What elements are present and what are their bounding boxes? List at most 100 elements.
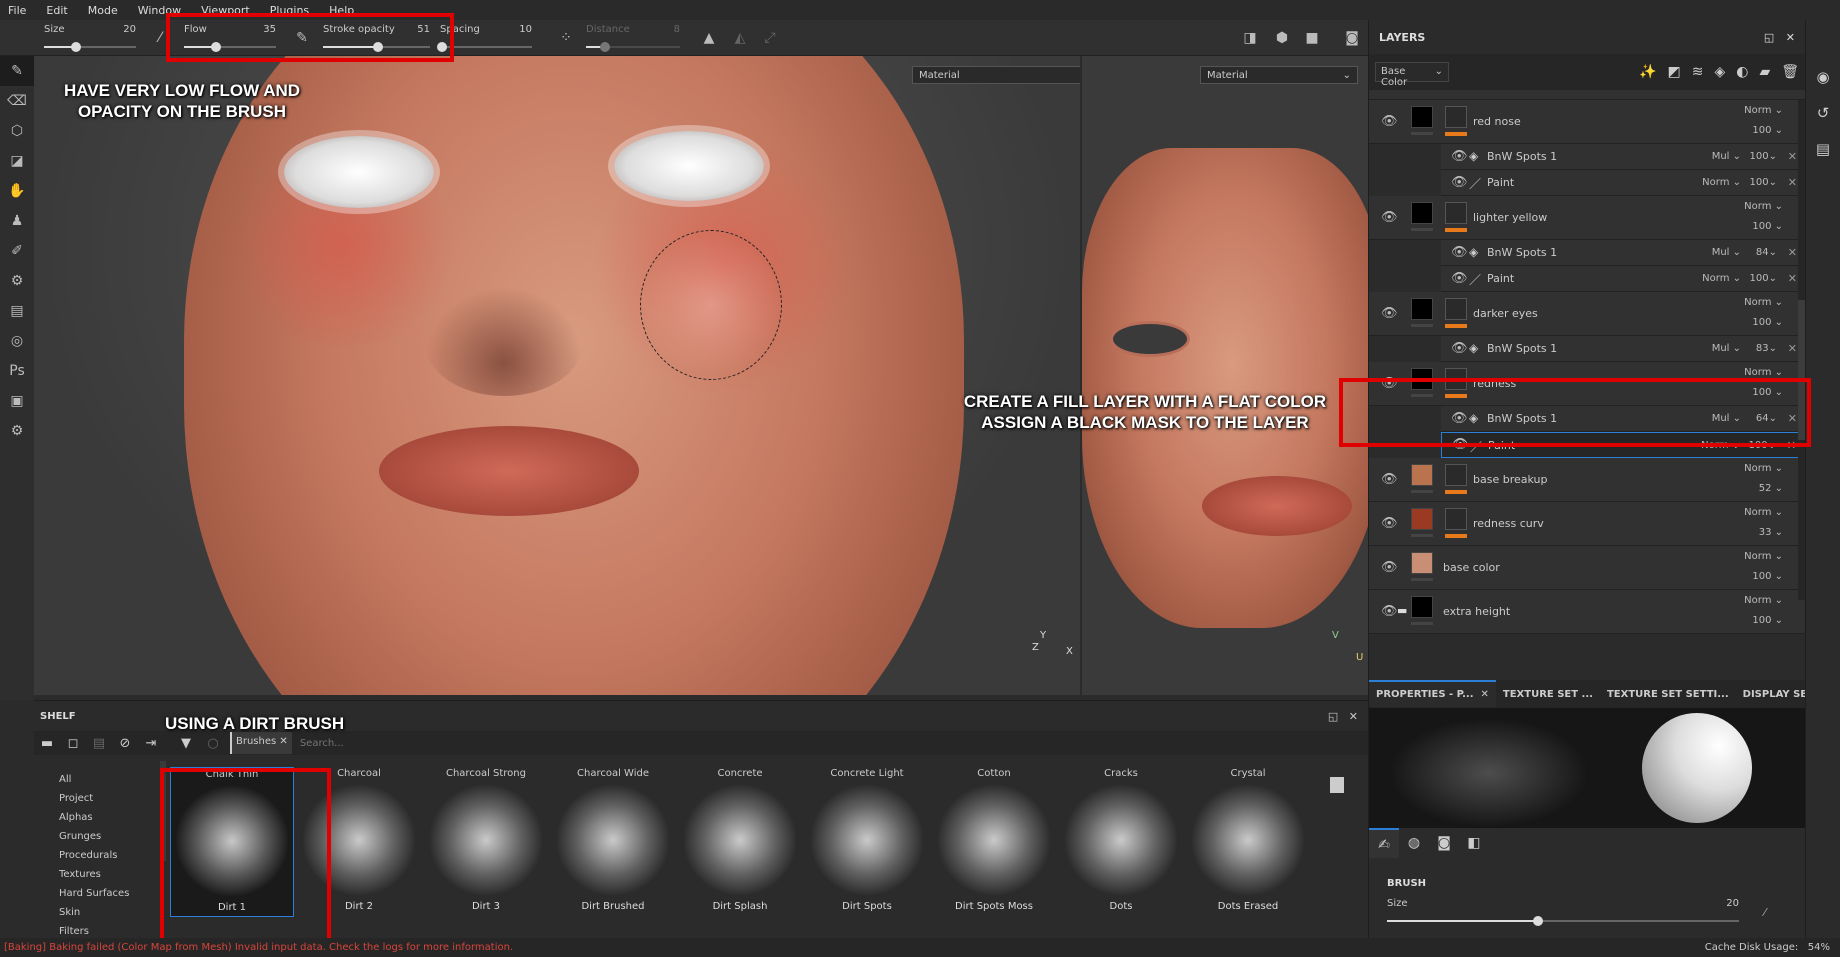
layer-row[interactable]: 👁 base breakup Norm ⌄ 52 ⌄ <box>1369 458 1805 502</box>
clone-tool-icon[interactable]: ♟ <box>0 206 34 236</box>
hide-icon[interactable]: ⊘ <box>112 736 138 751</box>
brush-preset[interactable]: Cracks Dots <box>1059 767 1183 917</box>
effect-row[interactable]: 👁 ／ Paint Norm ⌄ 100⌄ ✕ <box>1441 432 1805 458</box>
brush-preset[interactable]: Concrete Dirt Splash <box>678 767 802 917</box>
float-panel-icon[interactable]: ◱ <box>1328 710 1338 723</box>
opacity-dropdown[interactable]: 100 ⌄ <box>1752 125 1783 136</box>
layers-scrollbar[interactable] <box>1798 100 1805 600</box>
add-folder-icon[interactable]: ▰ <box>1759 64 1770 80</box>
layer-color-thumbnail[interactable] <box>1411 508 1433 530</box>
symmetry-icon[interactable]: ▲ <box>699 28 719 48</box>
visibility-eye-icon[interactable]: 👁 <box>1451 245 1468 260</box>
brush-preset[interactable]: Chalk Thin Dirt 1 <box>170 767 294 917</box>
blend-mode-dropdown[interactable]: Norm ⌄ <box>1744 551 1783 562</box>
blend-mode-dropdown[interactable]: Norm ⌄ <box>1744 463 1783 474</box>
mask-thumbnail[interactable] <box>1445 464 1467 486</box>
visibility-eye-icon[interactable]: 👁 <box>1451 271 1468 286</box>
layer-row[interactable]: 👁 redness curv Norm ⌄ 33 ⌄ <box>1369 502 1805 546</box>
pen-pressure-icon[interactable]: ⁄ <box>1764 906 1766 919</box>
opacity-dropdown[interactable]: 84⌄ <box>1756 247 1777 258</box>
opacity-dropdown[interactable]: 64⌄ <box>1756 413 1777 424</box>
paint-brush-tool-icon[interactable]: ✎ <box>0 56 34 86</box>
visibility-eye-icon[interactable]: 👁 <box>1451 341 1468 356</box>
brush-pressure-icon[interactable]: ✎ <box>292 28 312 48</box>
layer-color-thumbnail[interactable] <box>1411 106 1433 128</box>
plugin-icon[interactable]: ◎ <box>0 326 34 356</box>
opacity-dropdown[interactable]: 100⌄ <box>1750 151 1777 162</box>
shelf-category[interactable]: Alphas <box>34 808 159 827</box>
close-icon[interactable]: ✕ <box>1786 31 1795 44</box>
add-smart-material-icon[interactable]: ◐ <box>1736 64 1748 80</box>
effect-row[interactable]: 👁 ／ Paint Norm ⌄ 100⌄ ✕ <box>1441 170 1805 196</box>
eraser-tool-icon[interactable]: ⌫ <box>0 86 34 116</box>
polygon-fill-tool-icon[interactable]: ◪ <box>0 146 34 176</box>
remove-icon[interactable]: ✕ <box>1788 246 1797 259</box>
save-icon[interactable]: ▤ <box>86 736 112 751</box>
stroke-opacity-slider[interactable]: Stroke opacity 51 <box>323 22 430 54</box>
visibility-eye-icon[interactable]: 👁 <box>1381 114 1398 129</box>
layer-row[interactable]: 👁 red nose Norm ⌄ 100 ⌄ <box>1369 100 1805 144</box>
blend-mode-dropdown[interactable]: Norm ⌄ <box>1744 297 1783 308</box>
effect-row[interactable]: 👁 ／ Paint Norm ⌄ 100⌄ ✕ <box>1441 266 1805 292</box>
layer-row[interactable]: 👁 ▬ extra height Norm ⌄ 100 ⌄ <box>1369 590 1805 634</box>
tab-properties[interactable]: PROPERTIES - P... ✕ <box>1369 680 1496 707</box>
layer-row[interactable]: 👁 redness Norm ⌄ 100 ⌄ <box>1369 362 1805 406</box>
environment-icon[interactable]: ◉ <box>1806 62 1840 92</box>
opacity-dropdown[interactable]: 100 ⌄ <box>1752 571 1783 582</box>
remove-icon[interactable]: ✕ <box>1788 412 1797 425</box>
categories-scrollbar[interactable] <box>160 761 166 861</box>
remove-icon[interactable]: ✕ <box>1787 439 1796 452</box>
visibility-eye-icon[interactable]: 👁 <box>1381 306 1398 321</box>
remove-filter-icon[interactable]: ✕ <box>279 736 287 747</box>
brush-preset[interactable]: Crystal Dots Erased <box>1186 767 1310 917</box>
lazy-mouse-icon[interactable]: ⁘ <box>556 28 576 48</box>
viewport-3d[interactable]: Material⌄ Y Z X <box>34 56 1080 695</box>
stencil-tab-icon[interactable]: ◙ <box>1429 828 1459 858</box>
remove-icon[interactable]: ✕ <box>1788 342 1797 355</box>
menu-mode[interactable]: Mode <box>88 4 118 17</box>
status-error[interactable]: [Baking] Baking failed (Color Map from M… <box>4 938 513 957</box>
effect-row[interactable]: 👁 ◈ BnW Spots 1 Mul ⌄ 84⌄ ✕ <box>1441 240 1805 266</box>
camera-mode-icon[interactable]: ⬢ <box>1272 28 1292 48</box>
blend-mode-dropdown[interactable]: Norm ⌄ <box>1744 201 1783 212</box>
spacing-slider[interactable]: Spacing 10 <box>436 22 532 54</box>
visibility-eye-icon[interactable]: 👁 <box>1452 438 1469 452</box>
import-icon[interactable]: ⇥ <box>138 736 164 751</box>
layer-row[interactable]: 👁 base color Norm ⌄ 100 ⌄ <box>1369 546 1805 590</box>
mask-thumbnail[interactable] <box>1445 106 1467 128</box>
blend-mode-dropdown[interactable]: Norm ⌄ <box>1702 177 1741 188</box>
menu-window[interactable]: Window <box>138 4 181 17</box>
shelf-category[interactable]: Hard Surfaces <box>34 884 159 903</box>
brush-preset[interactable]: Concrete Light Dirt Spots <box>805 767 929 917</box>
filter-tag-brushes[interactable]: Brushes ✕ <box>230 732 292 754</box>
mask-thumbnail[interactable] <box>1445 368 1467 390</box>
material-tab-icon[interactable]: ◧ <box>1459 828 1489 858</box>
opacity-dropdown[interactable]: 100 ⌄ <box>1752 615 1783 626</box>
close-icon[interactable]: ✕ <box>1349 710 1358 723</box>
layer-color-thumbnail[interactable] <box>1411 368 1433 390</box>
blend-mode-dropdown[interactable]: Mul ⌄ <box>1712 247 1741 258</box>
menu-viewport[interactable]: Viewport <box>201 4 250 17</box>
history-icon[interactable]: ↺ <box>1806 98 1840 128</box>
add-effect-icon[interactable]: ✨ <box>1639 64 1656 80</box>
menu-help[interactable]: Help <box>329 4 354 17</box>
settings-icon[interactable]: ⚙ <box>0 416 34 446</box>
blend-mode-dropdown[interactable]: Norm ⌄ <box>1701 440 1740 451</box>
blend-mode-dropdown[interactable]: Norm ⌄ <box>1744 507 1783 518</box>
symmetry-settings-icon[interactable]: ◭ <box>730 28 750 48</box>
visibility-eye-icon[interactable]: 👁 <box>1451 149 1468 164</box>
visibility-eye-icon[interactable]: 👁 <box>1381 210 1398 225</box>
projection-tool-icon[interactable]: ⬡ <box>0 116 34 146</box>
color-picker-tool-icon[interactable]: ✐ <box>0 236 34 266</box>
add-mask-icon[interactable]: ◩ <box>1667 64 1680 80</box>
render-icon[interactable]: ▣ <box>0 386 34 416</box>
export-icon[interactable]: ▤ <box>0 296 34 326</box>
channel-dropdown[interactable]: Base Color ⌄ <box>1375 62 1449 88</box>
blend-mode-dropdown[interactable]: Norm ⌄ <box>1702 273 1741 284</box>
mask-thumbnail[interactable] <box>1445 202 1467 224</box>
brush-preset[interactable]: Charcoal Dirt 2 <box>297 767 421 917</box>
layer-row[interactable]: 👁 lighter yellow Norm ⌄ 100 ⌄ <box>1369 196 1805 240</box>
shelf-scrollbar-thumb[interactable] <box>1330 777 1344 793</box>
opacity-dropdown[interactable]: 83⌄ <box>1756 343 1777 354</box>
brush-preset[interactable]: Charcoal Wide Dirt Brushed <box>551 767 675 917</box>
